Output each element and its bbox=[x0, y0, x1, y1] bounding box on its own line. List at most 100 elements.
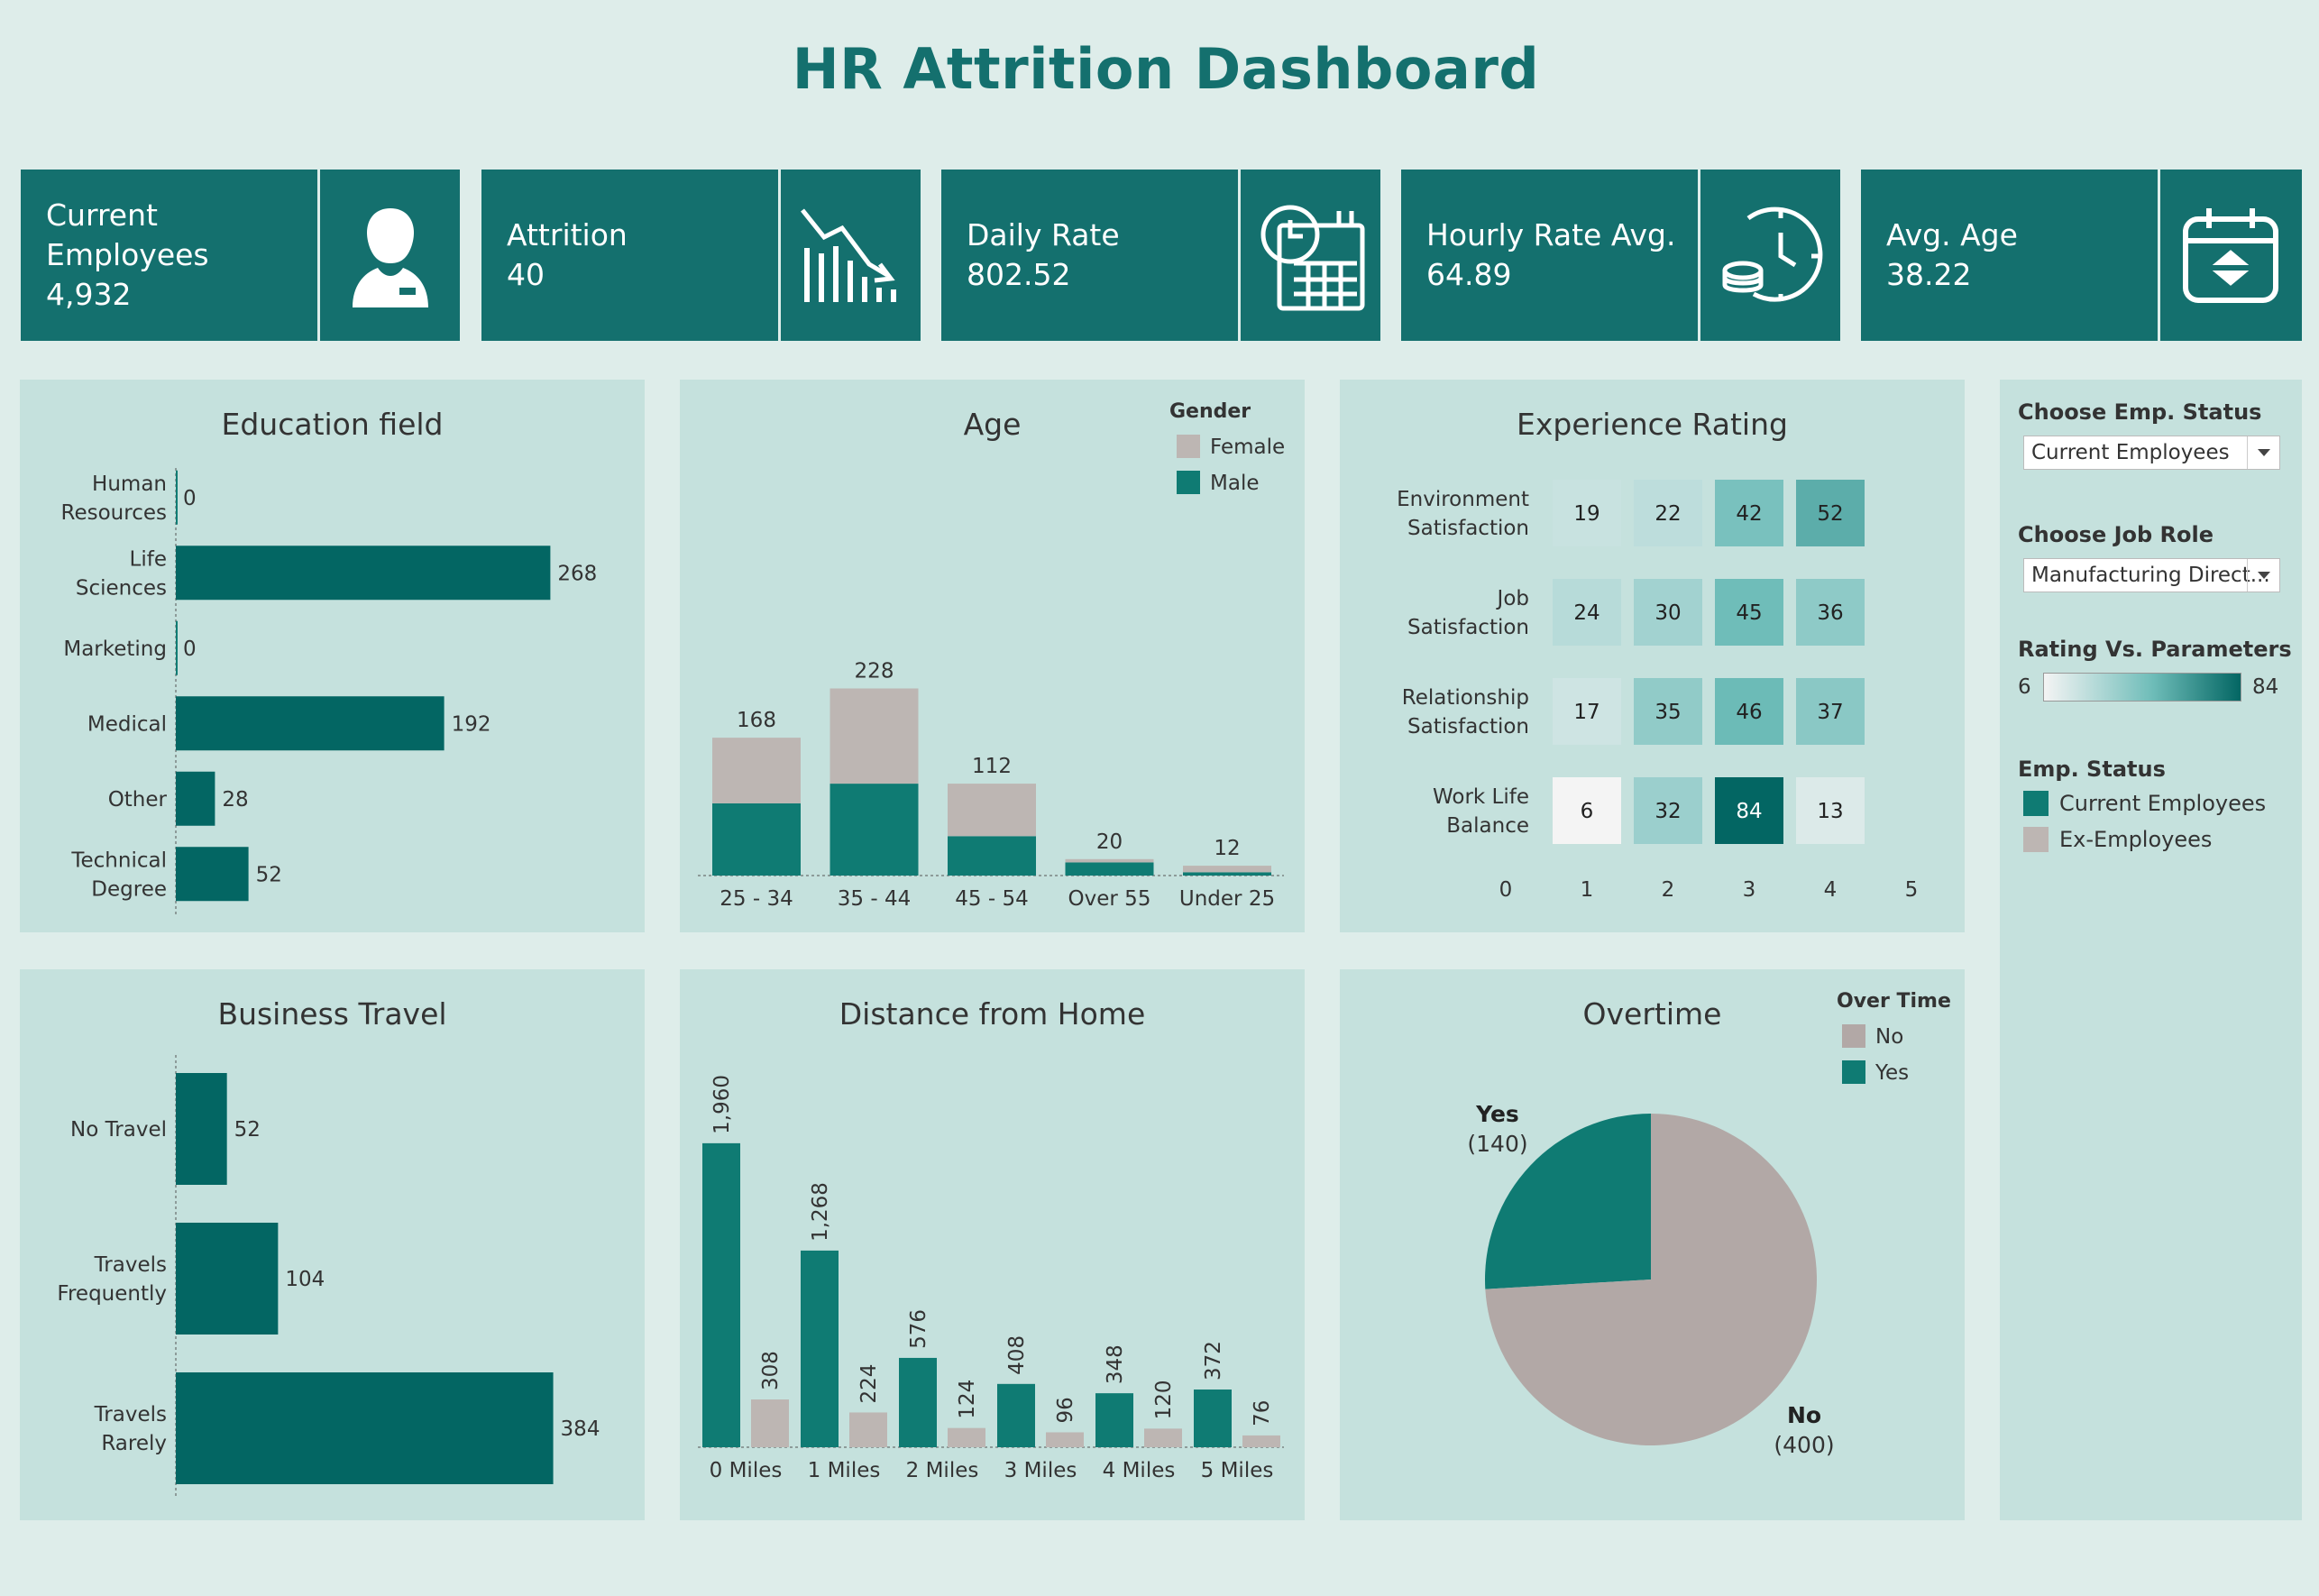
legend-current-employees[interactable]: Current Employees bbox=[2023, 791, 2266, 816]
bar-male bbox=[712, 803, 801, 876]
job-role-filter-label: Choose Job Role bbox=[2018, 522, 2214, 547]
legend-swatch bbox=[2023, 827, 2049, 852]
cell-value: 35 bbox=[1654, 701, 1681, 724]
category-label: 5 Miles bbox=[1201, 1459, 1274, 1482]
distance-chart: 1,960 308 0 Miles 1,268 224 1 Miles 576 124 2 Mi… bbox=[698, 1075, 1284, 1482]
bar-male bbox=[830, 784, 919, 876]
row-label: Satisfaction bbox=[1407, 616, 1529, 639]
data-label: 268 bbox=[557, 562, 597, 585]
category-label: Resources bbox=[61, 501, 167, 525]
kpi-label: Hourly Rate Avg. bbox=[1426, 217, 1676, 252]
cell-value: 36 bbox=[1817, 601, 1843, 625]
category-label: 0 Miles bbox=[710, 1459, 783, 1482]
chevron-down-icon[interactable] bbox=[2247, 559, 2279, 592]
data-label: 192 bbox=[452, 712, 491, 736]
job-role-value: Manufacturing Direct... bbox=[2031, 564, 2270, 587]
category-label: Medical bbox=[87, 712, 167, 736]
tick-label: 0 bbox=[1499, 878, 1513, 902]
calendar-icon bbox=[2158, 170, 2300, 341]
business-travel-chart: 52 No Travel 104 Travels Frequently 384 Travel… bbox=[57, 1055, 600, 1497]
legend-label: Ex-Employees bbox=[2059, 827, 2213, 852]
row-label: Balance bbox=[1446, 814, 1529, 838]
distance-panel: Distance from Home 1,960 308 0 Miles 1,268 2… bbox=[680, 969, 1305, 1520]
bar-female bbox=[1065, 858, 1154, 863]
experience-panel: Experience Rating Environment Satisfactio… bbox=[1340, 380, 1965, 932]
bar bbox=[176, 771, 215, 826]
category-label: Life bbox=[130, 547, 167, 571]
bar bbox=[176, 546, 551, 601]
overtime-chart: Yes (140) No (400) Over Time No Yes bbox=[1467, 990, 1950, 1458]
data-label: 308 bbox=[759, 1351, 783, 1390]
kpi-label: Current Employees bbox=[46, 197, 209, 272]
cell-value: 52 bbox=[1817, 502, 1843, 526]
category-label: Rarely bbox=[101, 1432, 167, 1455]
emp-status-dropdown[interactable]: Current Employees bbox=[2023, 436, 2280, 470]
kpi-attrition: Attrition 40 bbox=[481, 170, 921, 341]
category-label: Technical bbox=[70, 848, 167, 872]
bar bbox=[176, 696, 445, 751]
row-label: Environment bbox=[1397, 488, 1529, 511]
bar bbox=[176, 1073, 227, 1185]
legend-swatch bbox=[1177, 435, 1200, 458]
bar-ex bbox=[1046, 1432, 1084, 1447]
data-label: 96 bbox=[1054, 1397, 1077, 1423]
bar-male bbox=[1183, 872, 1271, 876]
emp-status-value: Current Employees bbox=[2031, 441, 2230, 464]
category-label: Frequently bbox=[57, 1282, 167, 1306]
legend-ex-employees[interactable]: Ex-Employees bbox=[2023, 827, 2212, 852]
category-label: Degree bbox=[91, 877, 167, 901]
cell-value: 45 bbox=[1736, 601, 1762, 625]
slice-label: Yes bbox=[1475, 1101, 1519, 1127]
cell-value: 13 bbox=[1817, 800, 1843, 823]
bar-current bbox=[702, 1142, 740, 1447]
category-label: 25 - 34 bbox=[720, 887, 793, 911]
cell-value: 84 bbox=[1736, 800, 1762, 823]
tick-label: 1 bbox=[1581, 878, 1594, 902]
data-label: 384 bbox=[561, 1417, 600, 1441]
bar-current bbox=[997, 1383, 1035, 1447]
legend-label: Yes bbox=[1874, 1061, 1909, 1085]
data-label: 408 bbox=[1005, 1335, 1029, 1375]
data-label: 228 bbox=[855, 660, 894, 683]
kpi-value: 64.89 bbox=[1426, 257, 1512, 292]
cell-value: 32 bbox=[1654, 800, 1681, 823]
bar-male bbox=[948, 836, 1036, 876]
bar-ex bbox=[849, 1412, 887, 1447]
kpi-value: 40 bbox=[507, 257, 545, 292]
bar-ex bbox=[1144, 1428, 1182, 1447]
age-panel: Age 168 25 - 34 228 35 - 44 112 45 - 54 20 Over… bbox=[680, 380, 1305, 932]
category-label: Other bbox=[108, 788, 168, 812]
business-travel-panel: Business Travel 52 No Travel 104 Travels Fre… bbox=[20, 969, 645, 1520]
tick-label: 5 bbox=[1905, 878, 1919, 902]
data-label: 0 bbox=[183, 487, 197, 510]
data-label: 76 bbox=[1251, 1400, 1274, 1426]
bar bbox=[176, 1223, 279, 1335]
data-label: 52 bbox=[234, 1118, 261, 1142]
job-role-dropdown[interactable]: Manufacturing Direct... bbox=[2023, 558, 2280, 592]
age-chart: 168 25 - 34 228 35 - 44 112 45 - 54 20 Over 55 1… bbox=[698, 400, 1285, 911]
category-label: Marketing bbox=[63, 637, 167, 661]
slice-value: (400) bbox=[1774, 1432, 1834, 1458]
legend-label: Female bbox=[1210, 436, 1285, 459]
category-label: 1 Miles bbox=[808, 1459, 881, 1482]
rating-max: 84 bbox=[2252, 675, 2279, 699]
bar bbox=[176, 470, 178, 525]
kpi-avg-age: Avg. Age 38.22 bbox=[1861, 170, 2302, 341]
cell-value: 30 bbox=[1654, 601, 1681, 625]
data-label: 1,960 bbox=[710, 1075, 734, 1134]
bar-ex bbox=[948, 1427, 985, 1447]
kpi-current-employees: Current Employees 4,932 bbox=[21, 170, 460, 341]
chevron-down-icon[interactable] bbox=[2247, 436, 2279, 469]
row-label: Satisfaction bbox=[1407, 517, 1529, 540]
legend-swatch bbox=[2023, 791, 2049, 816]
bar-current bbox=[899, 1357, 937, 1447]
category-label: Under 25 bbox=[1179, 887, 1275, 911]
cell-value: 6 bbox=[1581, 800, 1594, 823]
kpi-value: 4,932 bbox=[46, 277, 132, 312]
row-label: Work Life bbox=[1433, 785, 1529, 809]
emp-status-filter-label: Choose Emp. Status bbox=[2018, 399, 2262, 425]
data-label: 112 bbox=[972, 755, 1012, 778]
category-label: Over 55 bbox=[1068, 887, 1151, 911]
overtime-panel: Overtime Yes (140) No (400) Over Time No Yes bbox=[1340, 969, 1965, 1520]
cell-value: 37 bbox=[1817, 701, 1843, 724]
